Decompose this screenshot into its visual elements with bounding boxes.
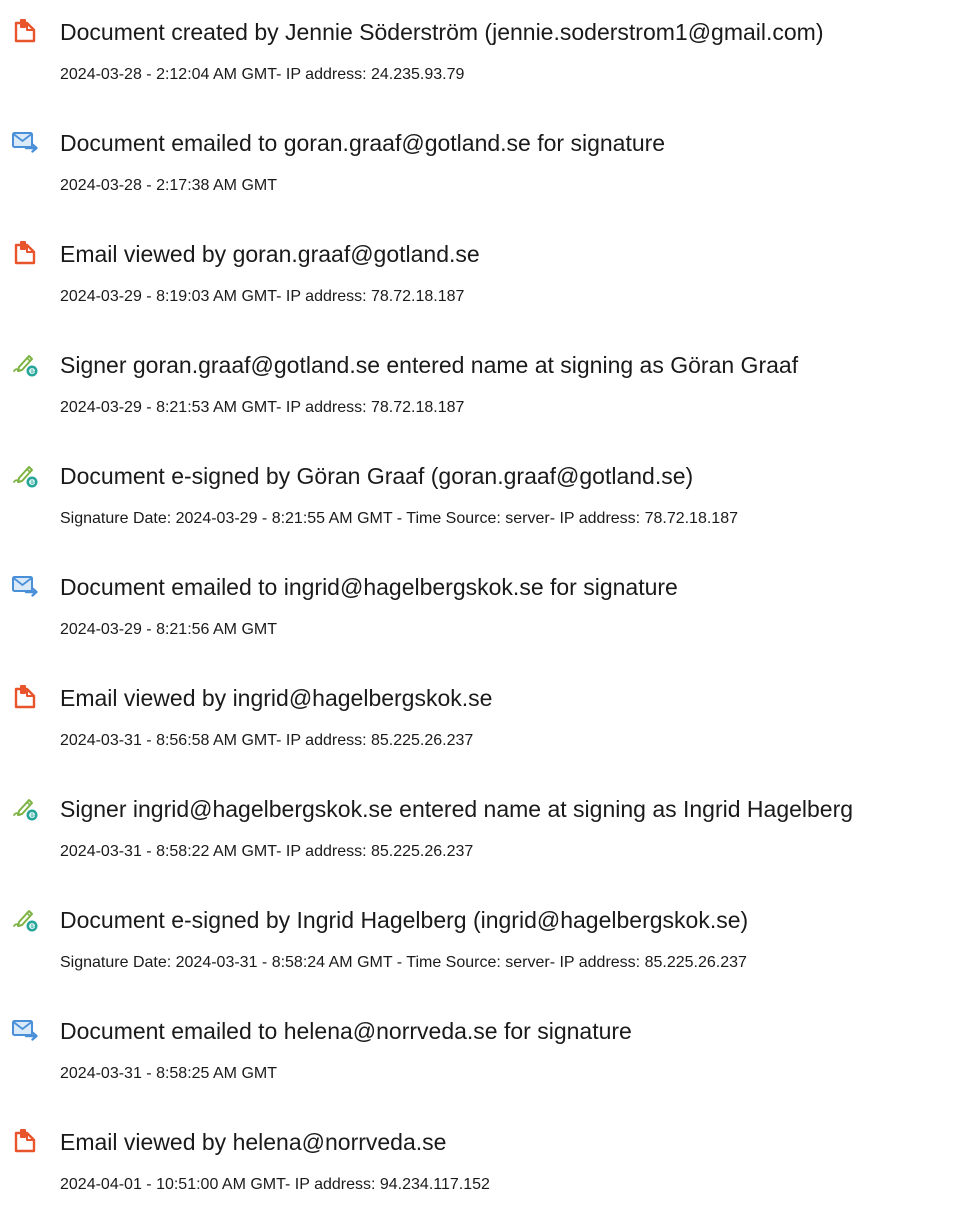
- event-timestamp: 2024-03-28 - 2:17:38 AM GMT: [60, 177, 277, 194]
- event-timestamp: 2024-03-29 - 8:21:56 AM GMT: [60, 621, 277, 638]
- audit-event: Email viewed by ingrid@hagelbergskok.se …: [0, 683, 979, 783]
- event-timestamp: 2024-03-28 - 2:12:04 AM GMT- IP address:…: [60, 66, 465, 83]
- e-sign-icon: [11, 461, 39, 489]
- event-title: Email viewed by helena@norrveda.se: [60, 1129, 447, 1155]
- event-timestamp: Signature Date: 2024-03-29 - 8:21:55 AM …: [60, 510, 738, 527]
- email-viewed-icon: [11, 239, 39, 267]
- email-sent-icon: [11, 128, 39, 156]
- event-title: Document e-signed by Ingrid Hagelberg (i…: [60, 907, 749, 933]
- event-timestamp: 2024-03-31 - 8:56:58 AM GMT- IP address:…: [60, 732, 474, 749]
- event-timestamp: 2024-03-29 - 8:19:03 AM GMT- IP address:…: [60, 288, 465, 305]
- e-sign-icon: [11, 350, 39, 378]
- email-sent-icon: [11, 1016, 39, 1044]
- event-title: Document emailed to helena@norrveda.se f…: [60, 1018, 632, 1044]
- audit-event: Document e-signed by Ingrid Hagelberg (i…: [0, 905, 979, 1005]
- audit-event: Signer ingrid@hagelbergskok.se entered n…: [0, 794, 979, 894]
- event-title: Signer ingrid@hagelbergskok.se entered n…: [60, 796, 854, 822]
- audit-event: Email viewed by helena@norrveda.se 2024-…: [0, 1127, 979, 1227]
- event-timestamp: 2024-03-31 - 8:58:22 AM GMT- IP address:…: [60, 843, 474, 860]
- event-timestamp: Signature Date: 2024-03-31 - 8:58:24 AM …: [60, 954, 747, 971]
- audit-event: Document emailed to ingrid@hagelbergskok…: [0, 572, 979, 672]
- event-timestamp: 2024-04-01 - 10:51:00 AM GMT- IP address…: [60, 1176, 490, 1193]
- event-title: Email viewed by ingrid@hagelbergskok.se: [60, 685, 493, 711]
- audit-event: Document emailed to goran.graaf@gotland.…: [0, 128, 979, 228]
- event-title: Document created by Jennie Söderström (j…: [60, 19, 824, 45]
- event-title: Document emailed to goran.graaf@gotland.…: [60, 130, 666, 156]
- event-timestamp: 2024-03-29 - 8:21:53 AM GMT- IP address:…: [60, 399, 465, 416]
- audit-event: Email viewed by goran.graaf@gotland.se 2…: [0, 239, 979, 339]
- audit-event: Document created by Jennie Söderström (j…: [0, 17, 979, 117]
- email-viewed-icon: [11, 683, 39, 711]
- e-sign-icon: [11, 905, 39, 933]
- email-sent-icon: [11, 572, 39, 600]
- event-title: Document e-signed by Göran Graaf (goran.…: [60, 463, 694, 489]
- event-title: Email viewed by goran.graaf@gotland.se: [60, 241, 480, 267]
- audit-event: Signer goran.graaf@gotland.se entered na…: [0, 350, 979, 450]
- e-sign-icon: [11, 794, 39, 822]
- email-viewed-icon: [11, 1127, 39, 1155]
- event-title: Document emailed to ingrid@hagelbergskok…: [60, 574, 678, 600]
- document-created-icon: [11, 17, 39, 45]
- event-timestamp: 2024-03-31 - 8:58:25 AM GMT: [60, 1065, 277, 1082]
- audit-event: Document e-signed by Göran Graaf (goran.…: [0, 461, 979, 561]
- audit-event: Document emailed to helena@norrveda.se f…: [0, 1016, 979, 1116]
- event-title: Signer goran.graaf@gotland.se entered na…: [60, 352, 799, 378]
